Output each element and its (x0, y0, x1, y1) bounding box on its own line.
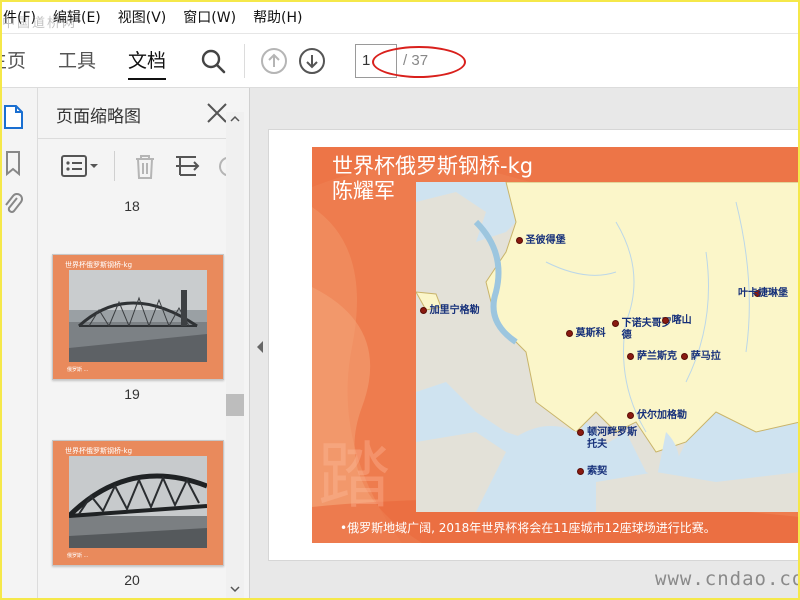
city-marker (419, 306, 427, 314)
slide-subtitle: 陈耀军 (332, 179, 395, 203)
arrow-down-circle-icon (299, 47, 326, 74)
slide-footer: •俄罗斯地域广阔, 2018年世界杯将会在11座城市12座球场进行比赛。 (340, 521, 716, 535)
city-label: 顿河畔罗斯 托夫 (587, 426, 638, 450)
thumbnail-page-number: 19 (124, 386, 140, 402)
city-marker (577, 428, 585, 436)
city-marker (680, 352, 688, 360)
city-label: 喀山 (671, 314, 692, 326)
city-marker (565, 329, 573, 337)
map-graphic (416, 182, 800, 512)
scrollbar-thumb[interactable] (226, 394, 244, 416)
thumbnail-bridge-photo (69, 270, 207, 362)
decorative-glyph: 踏 (318, 434, 391, 518)
extract-pages-icon[interactable] (172, 151, 202, 181)
menu-window[interactable]: 窗口(W) (183, 7, 236, 27)
trash-icon[interactable] (130, 151, 160, 181)
thumbnails-scrollbar[interactable] (226, 112, 244, 600)
city-marker (611, 319, 619, 327)
tab-document[interactable]: 文档 (128, 34, 167, 88)
panel-toolbar-divider (114, 151, 115, 181)
arrow-up-circle-icon (261, 47, 288, 74)
city-marker (627, 352, 635, 360)
city-label: 萨马拉 (690, 350, 721, 362)
left-rail (0, 88, 38, 600)
thumbnail-page-number: 18 (124, 198, 140, 214)
chevron-up-icon[interactable] (229, 114, 241, 124)
search-icon (201, 49, 226, 73)
next-page-button[interactable] (297, 46, 327, 76)
city-label: 圣彼得堡 (525, 235, 566, 247)
bookmark-icon[interactable] (2, 150, 24, 176)
thumbnail-title: 世界杯俄罗斯钢桥-kg (65, 261, 133, 269)
chevron-down-icon[interactable] (229, 584, 241, 594)
city-label: 莫斯科 (575, 327, 606, 339)
thumbnail-page-20[interactable]: 世界杯俄罗斯钢桥-kg 俄罗斯 ... (52, 440, 224, 566)
watermark-top-left: 中国道桥网 (2, 16, 78, 31)
thumbnail-bridge-photo (69, 456, 207, 548)
thumbnail-list: 18 世界杯俄罗斯钢桥-kg 俄罗斯 ... 19 世界杯俄罗斯钢桥-kg 俄罗… (38, 194, 226, 600)
city-marker (661, 316, 669, 324)
city-label: 叶卡捷琳堡 (738, 288, 788, 300)
menu-help[interactable]: 帮助(H) (253, 7, 302, 27)
toolbar-divider (244, 43, 246, 78)
tab-home[interactable]: 主页 (0, 34, 26, 88)
collapse-panel-icon[interactable] (255, 340, 265, 354)
city-label: 萨兰斯克 (637, 350, 678, 362)
russia-map: 圣彼得堡 加里宁格勒 叶卡捷琳堡 莫斯科 下诺夫哥罗 德喀山 萨兰斯克 萨马拉 伏尔加格勒 顿河… (416, 182, 800, 512)
tab-tools[interactable]: 工具 (58, 34, 96, 88)
watermark-bottom-right: www.cndao.com (655, 568, 800, 590)
menu-bar: 件(F) 编辑(E) 视图(V) 窗口(W) 帮助(H) (0, 0, 800, 34)
city-label: 索契 (587, 466, 608, 478)
menu-view[interactable]: 视图(V) (118, 7, 167, 27)
slide-title: 世界杯俄罗斯钢桥-kg (332, 154, 534, 178)
panel-title: 页面缩略图 (56, 107, 141, 127)
thumbnail-page-19[interactable]: 世界杯俄罗斯钢桥-kg 俄罗斯 ... (52, 254, 224, 380)
prev-page-button[interactable] (259, 46, 289, 76)
options-menu-icon[interactable] (60, 151, 100, 181)
page-thumbnails-icon[interactable] (2, 104, 24, 130)
slide: 踏 圣彼得堡 加里宁格勒 叶卡捷琳堡 莫斯科 下诺夫哥罗 德喀山 萨兰斯克 萨马拉 伏尔加格勒… (312, 147, 800, 543)
search-button[interactable] (198, 46, 228, 76)
attachment-icon[interactable] (2, 192, 24, 218)
thumbnail-footer: 俄罗斯 ... (67, 553, 89, 559)
thumbnails-panel: 页面缩略图 18 世界杯俄罗斯钢桥-kg 俄罗斯 ... 19 世界杯俄罗斯钢桥… (38, 88, 250, 600)
thumbnail-footer: 俄罗斯 ... (67, 367, 89, 373)
thumbnail-title: 世界杯俄罗斯钢桥-kg (65, 447, 133, 455)
red-annotation-ellipse (372, 46, 466, 78)
city-label: 加里宁格勒 (429, 304, 480, 316)
city-label: 伏尔加格勒 (637, 410, 688, 422)
thumbnail-page-number: 20 (124, 572, 140, 588)
panel-toolbar (38, 138, 240, 194)
